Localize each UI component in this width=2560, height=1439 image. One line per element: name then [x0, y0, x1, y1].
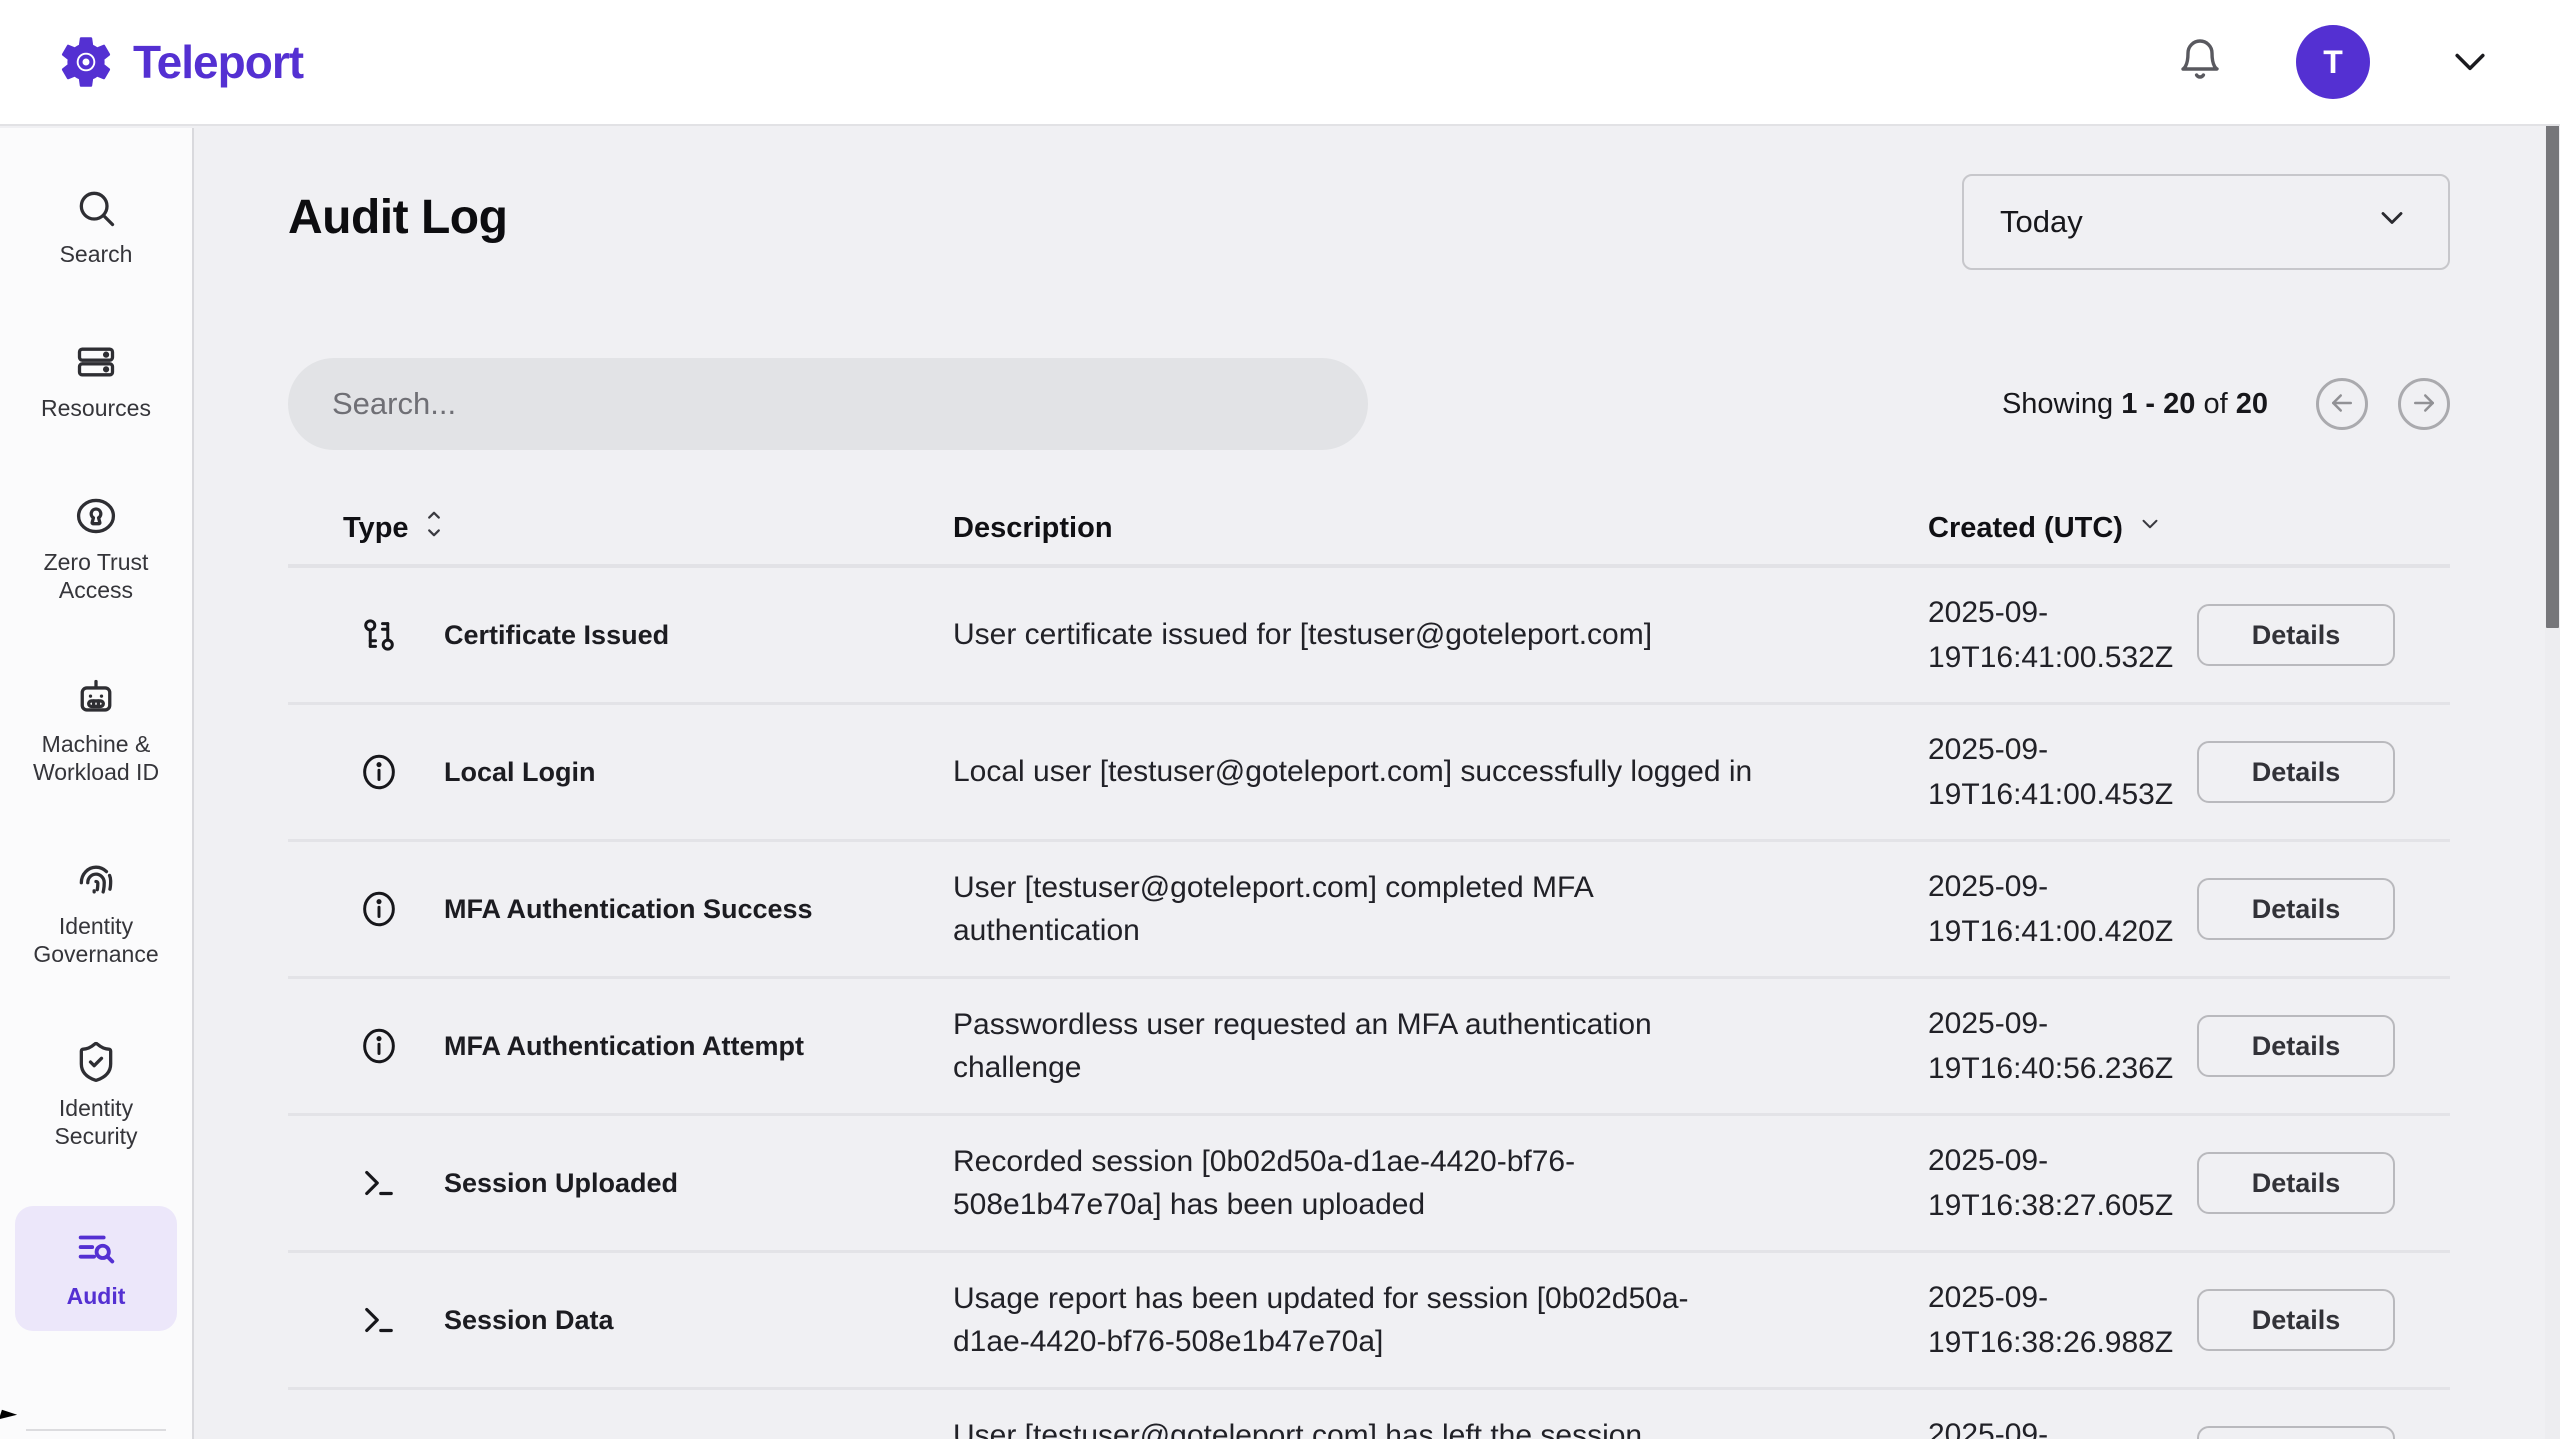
search-icon	[74, 186, 118, 230]
chevron-down-icon	[2374, 200, 2410, 244]
avatar-initial: T	[2323, 44, 2343, 81]
page-title: Audit Log	[288, 190, 507, 245]
info-icon	[358, 1025, 400, 1067]
list-search-icon	[73, 1226, 119, 1272]
sidebar-item-audit[interactable]: Audit	[15, 1206, 177, 1330]
sidebar-item-label: Search	[60, 240, 133, 268]
event-description: Recorded session [0b02d50a-d1ae-4420-bf7…	[953, 1140, 1753, 1227]
event-type: Certificate Issued	[444, 620, 669, 651]
user-menu-toggle[interactable]	[2448, 39, 2492, 86]
sidebar-item-label: Identity Security	[21, 1094, 171, 1150]
column-header-created[interactable]: Created (UTC)	[1840, 511, 2170, 545]
sidebar-item-label: Zero Trust Access	[21, 548, 171, 604]
info-icon	[358, 751, 400, 793]
event-created: 2025-09-19T16:38:26.915Z	[1840, 1412, 2170, 1439]
pagination-status: Showing 1 - 20 of 20	[2002, 388, 2268, 421]
sidebar-item-zero-trust-access[interactable]: Zero Trust Access	[15, 484, 177, 614]
sidebar-item-identity-governance[interactable]: Identity Governance	[15, 848, 177, 978]
sidebar-item-machine-workload-id[interactable]: Machine & Workload ID	[15, 666, 177, 796]
terminal-icon	[358, 1299, 400, 1341]
event-description: Usage report has been updated for sessio…	[953, 1277, 1753, 1364]
keyhole-icon	[74, 494, 118, 538]
chevron-down-icon	[2448, 39, 2492, 86]
shield-check-icon	[74, 1040, 118, 1084]
event-created: 2025-09-19T16:40:56.236Z	[1840, 1001, 2170, 1091]
table-row: MFA Authentication Success User [testuse…	[288, 842, 2450, 979]
details-button[interactable]: Details	[2197, 741, 2395, 803]
details-button[interactable]: Details	[2197, 604, 2395, 666]
sidebar-nav: Search Resources Zero Trust Access	[0, 128, 194, 1439]
event-description: User [testuser@goteleport.com] has left …	[953, 1414, 1753, 1439]
event-description: User [testuser@goteleport.com] completed…	[953, 866, 1753, 953]
details-button[interactable]: Details	[2197, 1289, 2395, 1351]
event-description: User certificate issued for [testuser@go…	[953, 613, 1753, 657]
keys-icon	[358, 614, 400, 656]
table-header-row: Type Description Created (UTC)	[288, 502, 2450, 568]
terminal-icon	[358, 1162, 400, 1204]
scrollbar-thumb[interactable]	[2546, 120, 2559, 628]
details-button[interactable]: Details	[2197, 878, 2395, 940]
details-button[interactable]: Details	[2197, 1426, 2395, 1439]
event-type: MFA Authentication Success	[444, 894, 813, 925]
event-type: Session Uploaded	[444, 1168, 678, 1199]
table-row: Session Data Usage report has been updat…	[288, 1253, 2450, 1390]
sidebar-item-label: Audit	[67, 1282, 126, 1310]
sidebar-item-identity-security[interactable]: Identity Security	[15, 1030, 177, 1160]
event-type: MFA Authentication Attempt	[444, 1031, 804, 1062]
prev-page-button[interactable]	[2316, 378, 2368, 430]
sidebar-divider	[26, 1429, 166, 1431]
table-row: MFA Authentication Attempt Passwordless …	[288, 979, 2450, 1116]
teleport-audit-log-screen: Teleport T	[0, 0, 2560, 1439]
chevron-down-icon	[2137, 511, 2163, 545]
user-avatar[interactable]: T	[2296, 25, 2370, 99]
next-page-button[interactable]	[2398, 378, 2450, 430]
event-created: 2025-09-19T16:41:00.420Z	[1840, 864, 2170, 954]
info-icon	[358, 888, 400, 930]
fingerprint-icon	[74, 858, 118, 902]
event-created: 2025-09-19T16:38:27.605Z	[1840, 1138, 2170, 1228]
event-description: Local user [testuser@goteleport.com] suc…	[953, 750, 1753, 794]
event-description: Passwordless user requested an MFA authe…	[953, 1003, 1753, 1090]
event-created: 2025-09-19T16:41:00.532Z	[1840, 590, 2170, 680]
audit-table: Type Description Created (UTC)	[288, 502, 2450, 1439]
table-row: Local Login Local user [testuser@gotelep…	[288, 705, 2450, 842]
teleport-logo[interactable]: Teleport	[55, 31, 303, 93]
search-input[interactable]	[288, 358, 1368, 450]
top-bar: Teleport T	[0, 0, 2560, 126]
sidebar-item-label: Machine & Workload ID	[21, 730, 171, 786]
robot-icon	[74, 676, 118, 720]
arrow-right-icon	[2409, 388, 2439, 421]
servers-icon	[74, 340, 118, 384]
main-content: Audit Log Today Showing 1 - 20 of 20	[196, 128, 2560, 1439]
event-created: 2025-09-19T16:38:26.988Z	[1840, 1275, 2170, 1365]
table-row: Certificate Issued User certificate issu…	[288, 568, 2450, 705]
date-range-value: Today	[2000, 204, 2083, 240]
sort-updown-icon	[423, 508, 445, 548]
brand-name: Teleport	[133, 35, 303, 89]
sidebar-item-label: Identity Governance	[21, 912, 171, 968]
table-row: Session Uploaded Recorded session [0b02d…	[288, 1116, 2450, 1253]
arrow-left-icon	[2327, 388, 2357, 421]
details-button[interactable]: Details	[2197, 1152, 2395, 1214]
sidebar-item-search[interactable]: Search	[15, 176, 177, 278]
table-row: User Disconnected User [testuser@gotelep…	[288, 1390, 2450, 1439]
vertical-scrollbar[interactable]	[2545, 128, 2560, 1439]
event-type: Local Login	[444, 757, 596, 788]
notifications-button[interactable]	[2176, 37, 2224, 88]
sidebar-item-label: Resources	[41, 394, 151, 422]
event-type: Session Data	[444, 1305, 614, 1336]
date-range-select[interactable]: Today	[1962, 174, 2450, 270]
sidebar-item-resources[interactable]: Resources	[15, 330, 177, 432]
gear-logo-icon	[55, 31, 117, 93]
bell-icon	[2176, 37, 2224, 88]
event-created: 2025-09-19T16:41:00.453Z	[1840, 727, 2170, 817]
column-header-type[interactable]: Type	[288, 508, 953, 548]
column-header-description: Description	[953, 512, 1840, 545]
details-button[interactable]: Details	[2197, 1015, 2395, 1077]
